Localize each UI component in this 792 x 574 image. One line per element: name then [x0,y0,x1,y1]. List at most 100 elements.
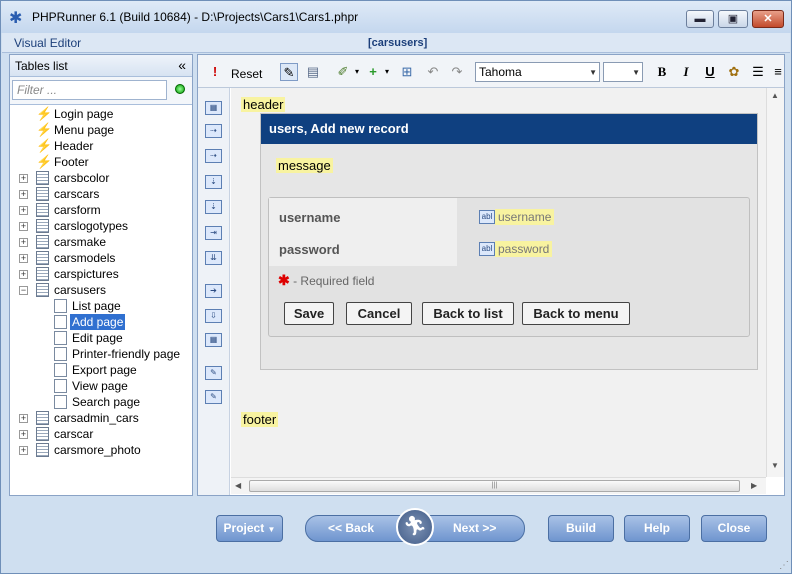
tree-item[interactable]: Export page [10,362,192,378]
expand-icon[interactable]: + [19,190,28,199]
scroll-up-icon[interactable]: ▲ [771,91,779,100]
tree-item[interactable]: Search page [10,394,192,410]
scroll-thumb[interactable]: ||| [249,480,740,492]
maximize-button[interactable]: ▣ [718,10,748,28]
tree-item[interactable]: + carslogotypes [10,218,192,234]
tree-item[interactable]: + carsmake [10,234,192,250]
footer-block[interactable]: footer [241,412,279,427]
tree-item[interactable]: + carscars [10,186,192,202]
help-button[interactable]: Help [624,515,690,542]
tree-item[interactable]: ⚡ Header [10,138,192,154]
side-tool-icon[interactable]: ⇢ [205,149,222,163]
structure-icon[interactable]: ⊞ [398,63,416,81]
page-icon: ⚡ [36,106,53,121]
filter-input[interactable]: Filter ... [12,80,167,100]
tree-item[interactable]: + carsadmin_cars [10,410,192,426]
expand-icon[interactable]: + [19,270,28,279]
resize-grip-icon[interactable]: ⋰ [779,560,789,571]
scroll-right-icon[interactable]: ▶ [751,481,757,490]
tree-item[interactable]: + carsbcolor [10,170,192,186]
application-window: ✱ PHPRunner 6.1 (Build 10684) - D:\Proje… [0,0,792,574]
side-tool-icon[interactable]: ⇣ [205,200,222,214]
italic-button[interactable]: I [677,63,695,81]
align-center-icon[interactable]: ≡ [769,63,787,81]
page-file-icon [54,395,67,409]
tree-item[interactable]: ⚡ Footer [10,154,192,170]
side-tool-icon[interactable]: ✎ [205,366,222,380]
underline-button[interactable]: U [701,63,719,81]
redo-icon[interactable]: ↷ [448,63,466,81]
back-to-list-button[interactable]: Back to list [422,302,514,325]
tree-item[interactable]: − carsusers [10,282,192,298]
undo-icon[interactable]: ↶ [424,63,442,81]
expand-icon[interactable]: + [19,254,28,263]
side-tool-icon[interactable]: ⇊ [205,251,222,265]
close-button[interactable]: Close [701,515,767,542]
page-file-icon [54,299,67,313]
expand-icon[interactable]: + [19,430,28,439]
side-tool-icon[interactable]: ⇥ [205,226,222,240]
expand-icon[interactable]: + [19,414,28,423]
insert-dropdown-icon[interactable]: ▾ [378,63,396,81]
message-block[interactable]: message [276,158,333,173]
save-button[interactable]: Save [284,302,334,325]
side-tool-icon[interactable]: ➔ [205,284,222,298]
tree-item[interactable]: + carscar [10,426,192,442]
build-button[interactable]: Build [548,515,614,542]
password-field[interactable]: password [495,241,553,257]
header-block[interactable]: header [241,97,286,112]
tree-item[interactable]: + carsmodels [10,250,192,266]
minimize-button[interactable]: ▬ [686,10,714,28]
align-left-icon[interactable]: ☰ [749,63,767,81]
tree-item[interactable]: + carspictures [10,266,192,282]
text-color-icon[interactable]: ✿ [725,63,743,81]
font-family-select[interactable]: Tahoma ▼ [475,62,600,82]
vertical-scrollbar[interactable]: ▲ ▼ [766,88,784,477]
reset-icon[interactable]: ! [206,63,224,81]
font-size-select[interactable]: ▼ [603,62,643,82]
page-icon: ⚡ [36,138,53,153]
tree-item[interactable]: + carsform [10,202,192,218]
tree-item[interactable]: Printer-friendly page [10,346,192,362]
expand-icon[interactable]: + [19,174,28,183]
expand-icon[interactable]: + [19,238,28,247]
scroll-down-icon[interactable]: ▼ [771,461,779,470]
expand-icon[interactable]: + [19,446,28,455]
scroll-left-icon[interactable]: ◀ [235,481,241,490]
close-window-button[interactable]: ✕ [752,10,784,28]
side-tool-icon[interactable]: ✎ [205,390,222,404]
required-note: ✱ - Required field [278,272,374,289]
design-mode-icon[interactable]: ✎ [280,63,298,81]
collapse-panel-icon[interactable]: « [178,57,186,73]
tree-item-label: Footer [54,155,89,169]
tree-item[interactable]: Edit page [10,330,192,346]
tree-item[interactable]: + carsmore_photo [10,442,192,458]
tree-item[interactable]: List page [10,298,192,314]
side-tool-icon[interactable]: ▦ [205,333,222,347]
username-field[interactable]: username [495,209,555,225]
bold-button[interactable]: B [653,63,671,81]
side-tool-icon[interactable]: ⇣ [205,175,222,189]
side-tool-icon[interactable]: ⇩ [205,309,222,323]
tree-item[interactable]: Add page [10,314,192,330]
page-file-icon [54,347,67,361]
back-next-control: << Back Next >> 🏃︎ [305,508,525,546]
expand-icon[interactable]: + [19,222,28,231]
wizard-navigation-bar: Project ▼ << Back Next >> 🏃︎ Build Help … [1,497,791,573]
project-button[interactable]: Project ▼ [216,515,283,542]
reset-button[interactable]: Reset [231,67,262,81]
collapse-icon[interactable]: − [19,286,28,295]
tree-item[interactable]: ⚡ Login page [10,106,192,122]
properties-icon[interactable]: ▤ [304,63,322,81]
tree-item[interactable]: ⚡ Menu page [10,122,192,138]
tree-item-label: carsmodels [54,251,116,265]
chevron-down-icon: ▼ [267,525,276,534]
side-tool-icon[interactable]: ⇢ [205,124,222,138]
horizontal-scrollbar[interactable]: ◀ ||| ▶ [231,477,766,494]
tree-item-label: carsmore_photo [54,443,141,457]
expand-icon[interactable]: + [19,206,28,215]
tree-item[interactable]: View page [10,378,192,394]
back-to-menu-button[interactable]: Back to menu [522,302,630,325]
cancel-button[interactable]: Cancel [346,302,412,325]
side-tool-icon[interactable]: ▦ [205,101,222,115]
